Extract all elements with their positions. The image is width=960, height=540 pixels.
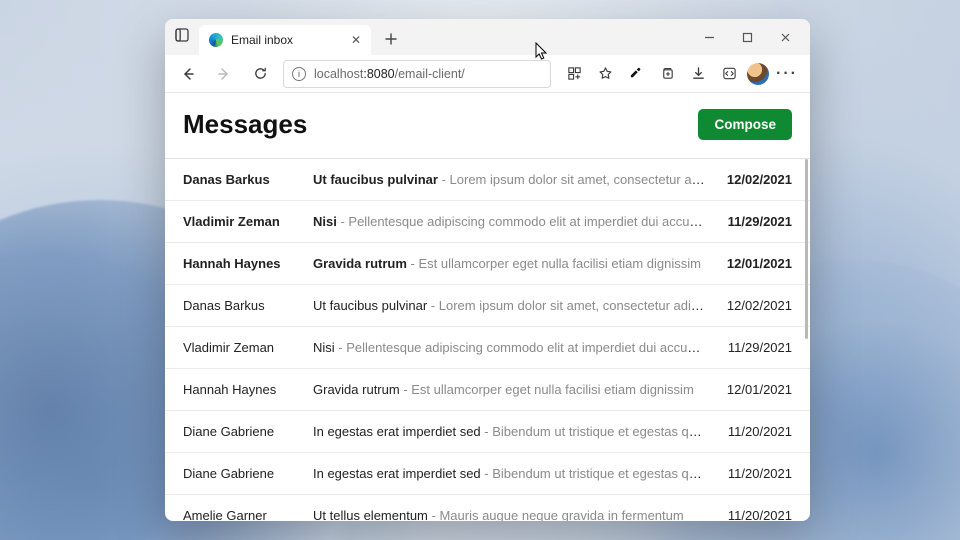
window-minimize-button[interactable] [690,23,728,51]
close-tab-icon[interactable]: ✕ [351,33,361,47]
extensions-icon[interactable] [561,61,587,87]
message-summary: Nisi - Pellentesque adipiscing commodo e… [313,214,706,229]
message-subject: In egestas erat imperdiet sed [313,424,481,439]
message-summary: Ut tellus elementum - Mauris augue neque… [313,508,706,521]
compose-button[interactable]: Compose [698,109,792,140]
message-sender: Diane Gabriene [183,466,313,481]
message-preview: Lorem ipsum dolor sit amet, consectetur … [450,172,706,187]
message-row[interactable]: Hannah HaynesGravida rutrum - Est ullamc… [165,369,810,411]
message-date: 12/01/2021 [706,382,792,397]
message-subject: Ut tellus elementum [313,508,428,521]
message-summary: Nisi - Pellentesque adipiscing commodo e… [313,340,706,355]
tab-actions-icon[interactable] [175,28,189,47]
message-preview: Mauris augue neque gravida in fermentum [439,508,683,521]
message-row[interactable]: Diane GabrieneIn egestas erat imperdiet … [165,453,810,495]
message-subject: Ut faucibus pulvinar [313,298,427,313]
message-subject: Gravida rutrum [313,382,400,397]
tab-title: Email inbox [231,33,293,47]
message-date: 12/02/2021 [706,298,792,313]
window-maximize-button[interactable] [728,23,766,51]
message-sender: Hannah Haynes [183,256,313,271]
edge-icon [209,33,223,47]
favorites-icon[interactable] [592,61,618,87]
message-summary: In egestas erat imperdiet sed - Bibendum… [313,424,706,439]
message-preview: Pellentesque adipiscing commodo elit at … [348,214,706,229]
message-date: 11/20/2021 [706,466,792,481]
more-menu-button[interactable]: ··· [774,61,800,87]
titlebar: Email inbox ✕ [165,19,810,55]
message-date: 11/29/2021 [706,340,792,355]
page-title: Messages [183,109,307,140]
profile-avatar[interactable] [747,63,769,85]
message-preview: Est ullamcorper eget nulla facilisi etia… [411,382,694,397]
message-sender: Diane Gabriene [183,424,313,439]
scrollbar-thumb[interactable] [805,159,808,339]
browser-tab[interactable]: Email inbox ✕ [199,25,371,55]
refresh-button[interactable] [247,61,273,87]
message-row[interactable]: Danas BarkusUt faucibus pulvinar - Lorem… [165,159,810,201]
message-row[interactable]: Hannah HaynesGravida rutrum - Est ullamc… [165,243,810,285]
forward-button[interactable] [211,61,237,87]
message-date: 11/29/2021 [706,214,792,229]
message-subject: Gravida rutrum [313,256,407,271]
address-bar[interactable]: i localhost:8080/email-client/ [283,60,551,88]
message-summary: In egestas erat imperdiet sed - Bibendum… [313,466,706,481]
collections-icon[interactable] [654,61,680,87]
browser-window: Email inbox ✕ [165,19,810,521]
message-subject: Nisi [313,340,335,355]
new-tab-button[interactable] [377,25,405,53]
window-close-button[interactable] [766,23,804,51]
eyedropper-icon[interactable] [623,61,649,87]
message-sender: Vladimir Zeman [183,340,313,355]
message-summary: Ut faucibus pulvinar - Lorem ipsum dolor… [313,172,706,187]
desktop-wallpaper: Email inbox ✕ [0,0,960,540]
message-sender: Hannah Haynes [183,382,313,397]
message-preview: Bibendum ut tristique et egestas quis. S… [492,466,706,481]
message-subject: In egestas erat imperdiet sed [313,466,481,481]
message-sender: Amelie Garner [183,508,313,521]
message-subject: Nisi [313,214,337,229]
page-content: Messages Compose Danas BarkusUt faucibus… [165,93,810,521]
url-text: localhost:8080/email-client/ [314,67,465,81]
downloads-icon[interactable] [685,61,711,87]
message-preview: Lorem ipsum dolor sit amet, consectetur … [439,298,706,313]
message-sender: Vladimir Zeman [183,214,313,229]
message-date: 11/20/2021 [706,424,792,439]
app-header: Messages Compose [165,93,810,158]
message-summary: Gravida rutrum - Est ullamcorper eget nu… [313,382,706,397]
message-summary: Ut faucibus pulvinar - Lorem ipsum dolor… [313,298,706,313]
message-preview: Est ullamcorper eget nulla facilisi etia… [418,256,701,271]
message-date: 12/02/2021 [706,172,792,187]
site-info-icon[interactable]: i [292,67,306,81]
message-row[interactable]: Danas BarkusUt faucibus pulvinar - Lorem… [165,285,810,327]
message-sender: Danas Barkus [183,298,313,313]
message-summary: Gravida rutrum - Est ullamcorper eget nu… [313,256,706,271]
message-row[interactable]: Vladimir ZemanNisi - Pellentesque adipis… [165,201,810,243]
back-button[interactable] [175,61,201,87]
message-row[interactable]: Diane GabrieneIn egestas erat imperdiet … [165,411,810,453]
message-row[interactable]: Amelie GarnerUt tellus elementum - Mauri… [165,495,810,521]
message-list[interactable]: Danas BarkusUt faucibus pulvinar - Lorem… [165,158,810,521]
message-subject: Ut faucibus pulvinar [313,172,438,187]
message-sender: Danas Barkus [183,172,313,187]
message-date: 12/01/2021 [706,256,792,271]
message-date: 11/20/2021 [706,508,792,521]
message-preview: Pellentesque adipiscing commodo elit at … [346,340,706,355]
message-row[interactable]: Vladimir ZemanNisi - Pellentesque adipis… [165,327,810,369]
browser-toolbar: i localhost:8080/email-client/ ··· [165,55,810,93]
web-capture-icon[interactable] [716,61,742,87]
message-preview: Bibendum ut tristique et egestas quis. S… [492,424,706,439]
